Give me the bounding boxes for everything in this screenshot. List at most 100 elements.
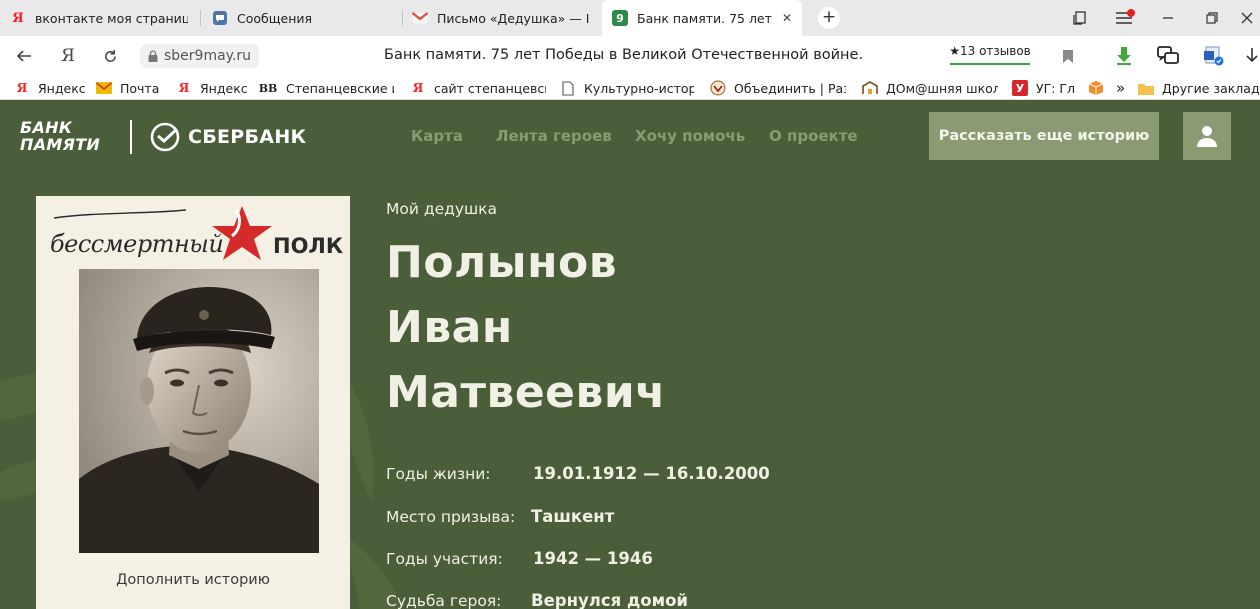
- reviews-rating-bar: [950, 63, 1030, 65]
- vk-messages-icon: [212, 10, 228, 26]
- bookmark-item[interactable]: ДОм@шняя школ: [862, 76, 998, 100]
- browser-tab-strip: Я вконтакте моя страница – Сообщения Пис…: [0, 0, 1260, 36]
- nav-map[interactable]: Карта: [411, 127, 463, 145]
- fact-label-life-years: Годы жизни:: [386, 465, 491, 483]
- school-icon: [862, 80, 878, 96]
- download-icon[interactable]: [1112, 44, 1136, 68]
- relation-subtitle: Мой дедушка: [386, 200, 498, 218]
- yandex-icon: Я: [178, 81, 190, 95]
- close-tab-icon[interactable]: ✕: [782, 11, 792, 25]
- bank-pamyati-logo[interactable]: БАНК ПАМЯТИ: [20, 119, 100, 153]
- yandex-icon: Я: [12, 10, 24, 26]
- tell-another-story-button[interactable]: Рассказать еще историю: [929, 112, 1159, 160]
- immortal-banner-text: бессмертный: [50, 230, 224, 258]
- logo-line: ПАМЯТИ: [20, 135, 101, 154]
- folder-icon: [1138, 80, 1154, 96]
- page-icon: [560, 80, 576, 96]
- tab-title: Сообщения: [237, 10, 313, 26]
- reviews-badge[interactable]: ★13 отзывов: [944, 42, 1036, 70]
- fact-value-participation-years: 1942 — 1946: [533, 549, 653, 568]
- nav-want-to-help[interactable]: Хочу помочь: [635, 127, 745, 145]
- bookmark-item[interactable]: Культурно-истори: [560, 76, 694, 100]
- tab-separator: [200, 10, 201, 26]
- bookmark-item[interactable]: Я сайт степанцевско: [410, 76, 546, 100]
- bookmark-label: Другие закладки: [1162, 80, 1260, 96]
- fact-label-hero-fate: Судьба героя:: [386, 592, 502, 609]
- bookmark-icon[interactable]: [1056, 44, 1080, 68]
- fact-value-life-years: 19.01.1912 — 16.10.2000: [533, 464, 770, 483]
- bookmark-label: Яндекс: [38, 80, 86, 96]
- fact-label-participation-years: Годы участия:: [386, 550, 503, 568]
- hamburger-menu-icon[interactable]: [1102, 0, 1146, 36]
- bookmark-label: Яндекс: [200, 80, 248, 96]
- back-arrow-icon[interactable]: [12, 44, 36, 68]
- bb-icon: BB: [258, 81, 278, 95]
- ug-icon: У: [1012, 80, 1028, 96]
- sberbank-tab-icon: 9: [612, 10, 628, 26]
- tab-gmail-letter[interactable]: Письмо «Дедушка» — Irin: [402, 0, 600, 36]
- logo-divider: [130, 120, 132, 154]
- tab-title: Письмо «Дедушка» — Irin: [437, 10, 590, 26]
- bookmark-item[interactable]: Другие закладки: [1138, 76, 1260, 100]
- sberbank-check-icon: [150, 122, 180, 152]
- bookmark-label: Почта: [120, 80, 160, 96]
- polk-banner-text: ПОЛК: [273, 234, 344, 258]
- pdf-tool-icon: [710, 80, 726, 96]
- yandex-icon: Я: [16, 81, 28, 95]
- url-field[interactable]: sber9may.ru: [140, 44, 260, 68]
- fact-value-conscription-place: Ташкент: [531, 507, 615, 526]
- bookmark-label: Степанцевские ин: [286, 80, 394, 96]
- more-bookmarks-chevron-icon[interactable]: »: [1116, 76, 1136, 100]
- minimize-window-icon[interactable]: [1146, 0, 1190, 36]
- lock-icon: [148, 50, 158, 62]
- fact-label-conscription-place: Место призыва:: [386, 508, 516, 526]
- bookmark-label: Объединить | Разд: [734, 80, 846, 96]
- sberbank-wordmark: СБЕРБАНК: [188, 126, 307, 148]
- notification-dot-icon: [1127, 9, 1135, 17]
- bookmark-item[interactable]: Я Яндекс: [14, 76, 86, 100]
- bookmark-label: УГ: Гл: [1036, 80, 1076, 96]
- sberbank-logo[interactable]: СБЕРБАНК: [150, 122, 306, 152]
- hero-card: бессмертный ПОЛК Дополнить историю: [36, 196, 350, 609]
- page-title-text: Банк памяти. 75 лет Победы в Великой Оте…: [384, 47, 864, 63]
- tabs-menu-icon[interactable]: [1058, 0, 1102, 36]
- extension-arrow-icon[interactable]: [1244, 44, 1260, 68]
- nav-about[interactable]: О проекте: [769, 127, 858, 145]
- orange-box-icon: [1088, 80, 1104, 96]
- bookmarks-bar: Я Яндекс Почта Я Яндекс BB Степанцевские…: [0, 76, 1260, 100]
- close-window-icon[interactable]: [1234, 0, 1260, 36]
- bookmark-item[interactable]: Объединить | Разд: [710, 76, 846, 100]
- extension-word-icon[interactable]: [1202, 44, 1226, 68]
- restore-window-icon[interactable]: [1190, 0, 1234, 36]
- hero-first-name: Иван: [386, 302, 513, 353]
- bookmark-item[interactable]: Я Яндекс: [176, 76, 248, 100]
- bookmark-item[interactable]: У УГ: Гл: [1012, 76, 1078, 100]
- tab-messages[interactable]: Сообщения: [202, 0, 400, 36]
- fact-value-hero-fate: Вернулся домой: [531, 591, 688, 609]
- add-to-story-link[interactable]: Дополнить историю: [36, 572, 350, 588]
- logo-line: БАНК: [20, 118, 73, 137]
- tab-bank-pamyati[interactable]: 9 Банк памяти. 75 лет По ✕: [602, 0, 802, 36]
- profile-button[interactable]: [1183, 112, 1231, 160]
- bookmark-item[interactable]: [1088, 76, 1110, 100]
- banner-flourish: [53, 209, 187, 219]
- yandex-icon: Я: [412, 81, 424, 95]
- tab-title: вконтакте моя страница –: [35, 10, 188, 26]
- user-icon: [1197, 126, 1217, 147]
- mail-icon: [96, 80, 112, 96]
- bookmark-item[interactable]: BB Степанцевские ин: [258, 76, 394, 100]
- bookmark-item[interactable]: Почта: [96, 76, 166, 100]
- gmail-icon: [412, 10, 428, 26]
- url-text: sber9may.ru: [164, 48, 252, 64]
- reviews-text: ★13 отзывов: [949, 44, 1031, 58]
- nav-heroes-feed[interactable]: Лента героев: [496, 127, 612, 145]
- tab-vkontakte[interactable]: Я вконтакте моя страница –: [0, 0, 198, 36]
- tab-title: Банк памяти. 75 лет По: [637, 10, 774, 26]
- reload-icon[interactable]: [98, 44, 122, 68]
- extension-chat-icon[interactable]: [1156, 44, 1180, 68]
- site-header: БАНК ПАМЯТИ СБЕРБАНК Карта Лента героев …: [0, 100, 1260, 172]
- yandex-home-icon[interactable]: Я: [56, 44, 80, 68]
- new-tab-button[interactable]: +: [818, 7, 840, 29]
- hero-surname: Полынов: [386, 237, 618, 288]
- bookmark-label: ДОм@шняя школ: [886, 80, 998, 96]
